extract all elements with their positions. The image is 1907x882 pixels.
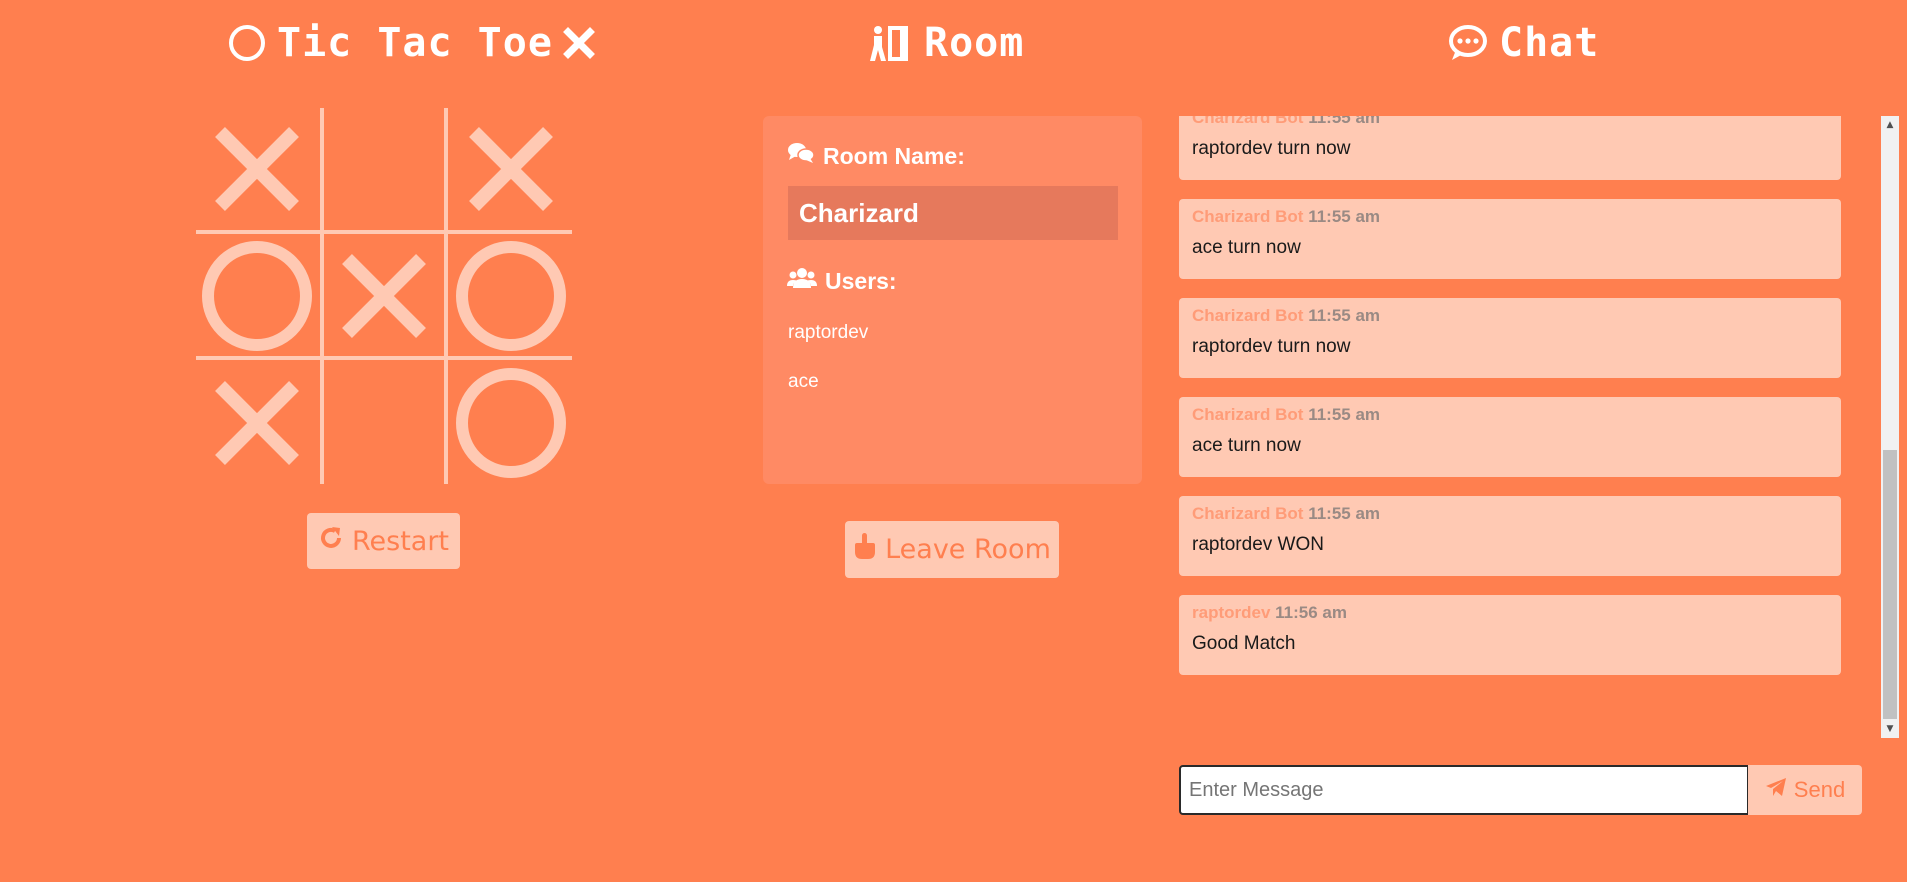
x-mark-icon	[215, 127, 299, 211]
board-cell[interactable]	[196, 362, 318, 484]
message-text: ace turn now	[1192, 435, 1301, 456]
room-title-text: Room	[924, 20, 1025, 66]
speech-bubble-icon	[1447, 23, 1489, 63]
board-cell[interactable]	[323, 362, 445, 484]
room-name-label-text: Room Name:	[823, 142, 965, 169]
user-list-item: ace	[788, 371, 819, 392]
leave-room-label: Leave Room	[885, 534, 1051, 565]
message-meta: Charizard Bot 11:55 am	[1192, 504, 1380, 524]
board-cell[interactable]	[196, 108, 318, 230]
message-author: raptordev	[1192, 603, 1271, 622]
game-title: Tic Tac Toe	[227, 18, 595, 68]
message-time: 11:56 am	[1275, 603, 1347, 622]
o-mark-icon	[456, 241, 566, 351]
users-label: Users:	[787, 267, 897, 295]
x-icon	[562, 27, 595, 59]
chat-message: Charizard Bot 11:55 am raptordev WON	[1179, 496, 1841, 576]
hand-icon	[853, 532, 877, 567]
message-time: 11:55 am	[1308, 306, 1381, 325]
chat-message: Charizard Bot 11:55 am ace turn now	[1179, 199, 1841, 279]
room-panel: Room Name: Charizard Users: raptordev ac…	[763, 116, 1142, 484]
board-cell[interactable]	[323, 108, 445, 230]
chat-message: Charizard Bot 11:55 am raptordev turn now	[1179, 116, 1841, 180]
x-mark-icon	[215, 381, 299, 465]
message-text: raptordev turn now	[1192, 336, 1351, 357]
restart-label: Restart	[351, 525, 450, 557]
room-name-label: Room Name:	[787, 142, 965, 170]
users-icon	[787, 267, 817, 295]
message-time: 11:55 am	[1308, 405, 1381, 424]
message-author: Charizard Bot	[1192, 207, 1304, 226]
o-mark-icon	[456, 368, 566, 478]
send-button[interactable]: Send	[1748, 765, 1862, 815]
message-meta: Charizard Bot 11:55 am	[1192, 405, 1380, 425]
message-text: raptordev WON	[1192, 534, 1324, 555]
message-author: Charizard Bot	[1192, 504, 1304, 523]
message-meta: Charizard Bot 11:55 am	[1192, 306, 1380, 326]
user-list-item: raptordev	[788, 322, 869, 343]
chat-messages[interactable]: Charizard Bot 11:55 am raptordev turn now…	[1179, 116, 1841, 738]
message-time: 11:55 am	[1308, 207, 1381, 226]
message-meta: Charizard Bot 11:55 am	[1192, 116, 1380, 128]
board-grid-line	[196, 230, 572, 234]
chat-message: raptordev 11:56 am Good Match	[1179, 595, 1841, 675]
message-text: Good Match	[1192, 633, 1296, 654]
message-author: Charizard Bot	[1192, 116, 1304, 127]
chat-message: Charizard Bot 11:55 am raptordev turn now	[1179, 298, 1841, 378]
scroll-up-arrow-icon[interactable]: ▲	[1881, 116, 1899, 134]
users-label-text: Users:	[825, 267, 897, 294]
leave-room-button[interactable]: Leave Room	[845, 521, 1059, 578]
message-author: Charizard Bot	[1192, 306, 1304, 325]
room-title: Room	[868, 18, 1024, 68]
paper-plane-icon	[1765, 777, 1787, 803]
game-board	[196, 108, 572, 484]
x-mark-icon	[342, 254, 426, 338]
o-mark-icon	[202, 241, 312, 351]
room-name-value: Charizard	[788, 186, 1118, 240]
message-time: 11:55 am	[1308, 116, 1381, 127]
comments-icon	[787, 142, 815, 170]
message-text: ace turn now	[1192, 237, 1301, 258]
door-exit-icon	[868, 23, 914, 63]
board-cell[interactable]	[450, 362, 572, 484]
message-meta: raptordev 11:56 am	[1192, 603, 1347, 623]
scroll-down-arrow-icon[interactable]: ▼	[1881, 720, 1899, 738]
board-cell[interactable]	[450, 108, 572, 230]
message-input[interactable]	[1179, 765, 1749, 815]
scroll-thumb[interactable]	[1883, 450, 1897, 719]
chat-scrollbar[interactable]: ▲ ▼	[1881, 116, 1899, 738]
game-title-text: Tic Tac Toe	[277, 20, 553, 66]
send-label: Send	[1793, 777, 1846, 802]
circle-icon	[227, 23, 267, 63]
board-cell[interactable]	[323, 235, 445, 357]
chat-title: Chat	[1447, 18, 1599, 68]
refresh-icon	[318, 525, 344, 558]
message-author: Charizard Bot	[1192, 405, 1304, 424]
restart-button[interactable]: Restart	[307, 513, 460, 569]
message-meta: Charizard Bot 11:55 am	[1192, 207, 1380, 227]
chat-message: Charizard Bot 11:55 am ace turn now	[1179, 397, 1841, 477]
message-text: raptordev turn now	[1192, 138, 1351, 159]
board-cell[interactable]	[450, 235, 572, 357]
message-time: 11:55 am	[1308, 504, 1381, 523]
chat-title-text: Chat	[1499, 20, 1600, 66]
x-mark-icon	[469, 127, 553, 211]
board-cell[interactable]	[196, 235, 318, 357]
